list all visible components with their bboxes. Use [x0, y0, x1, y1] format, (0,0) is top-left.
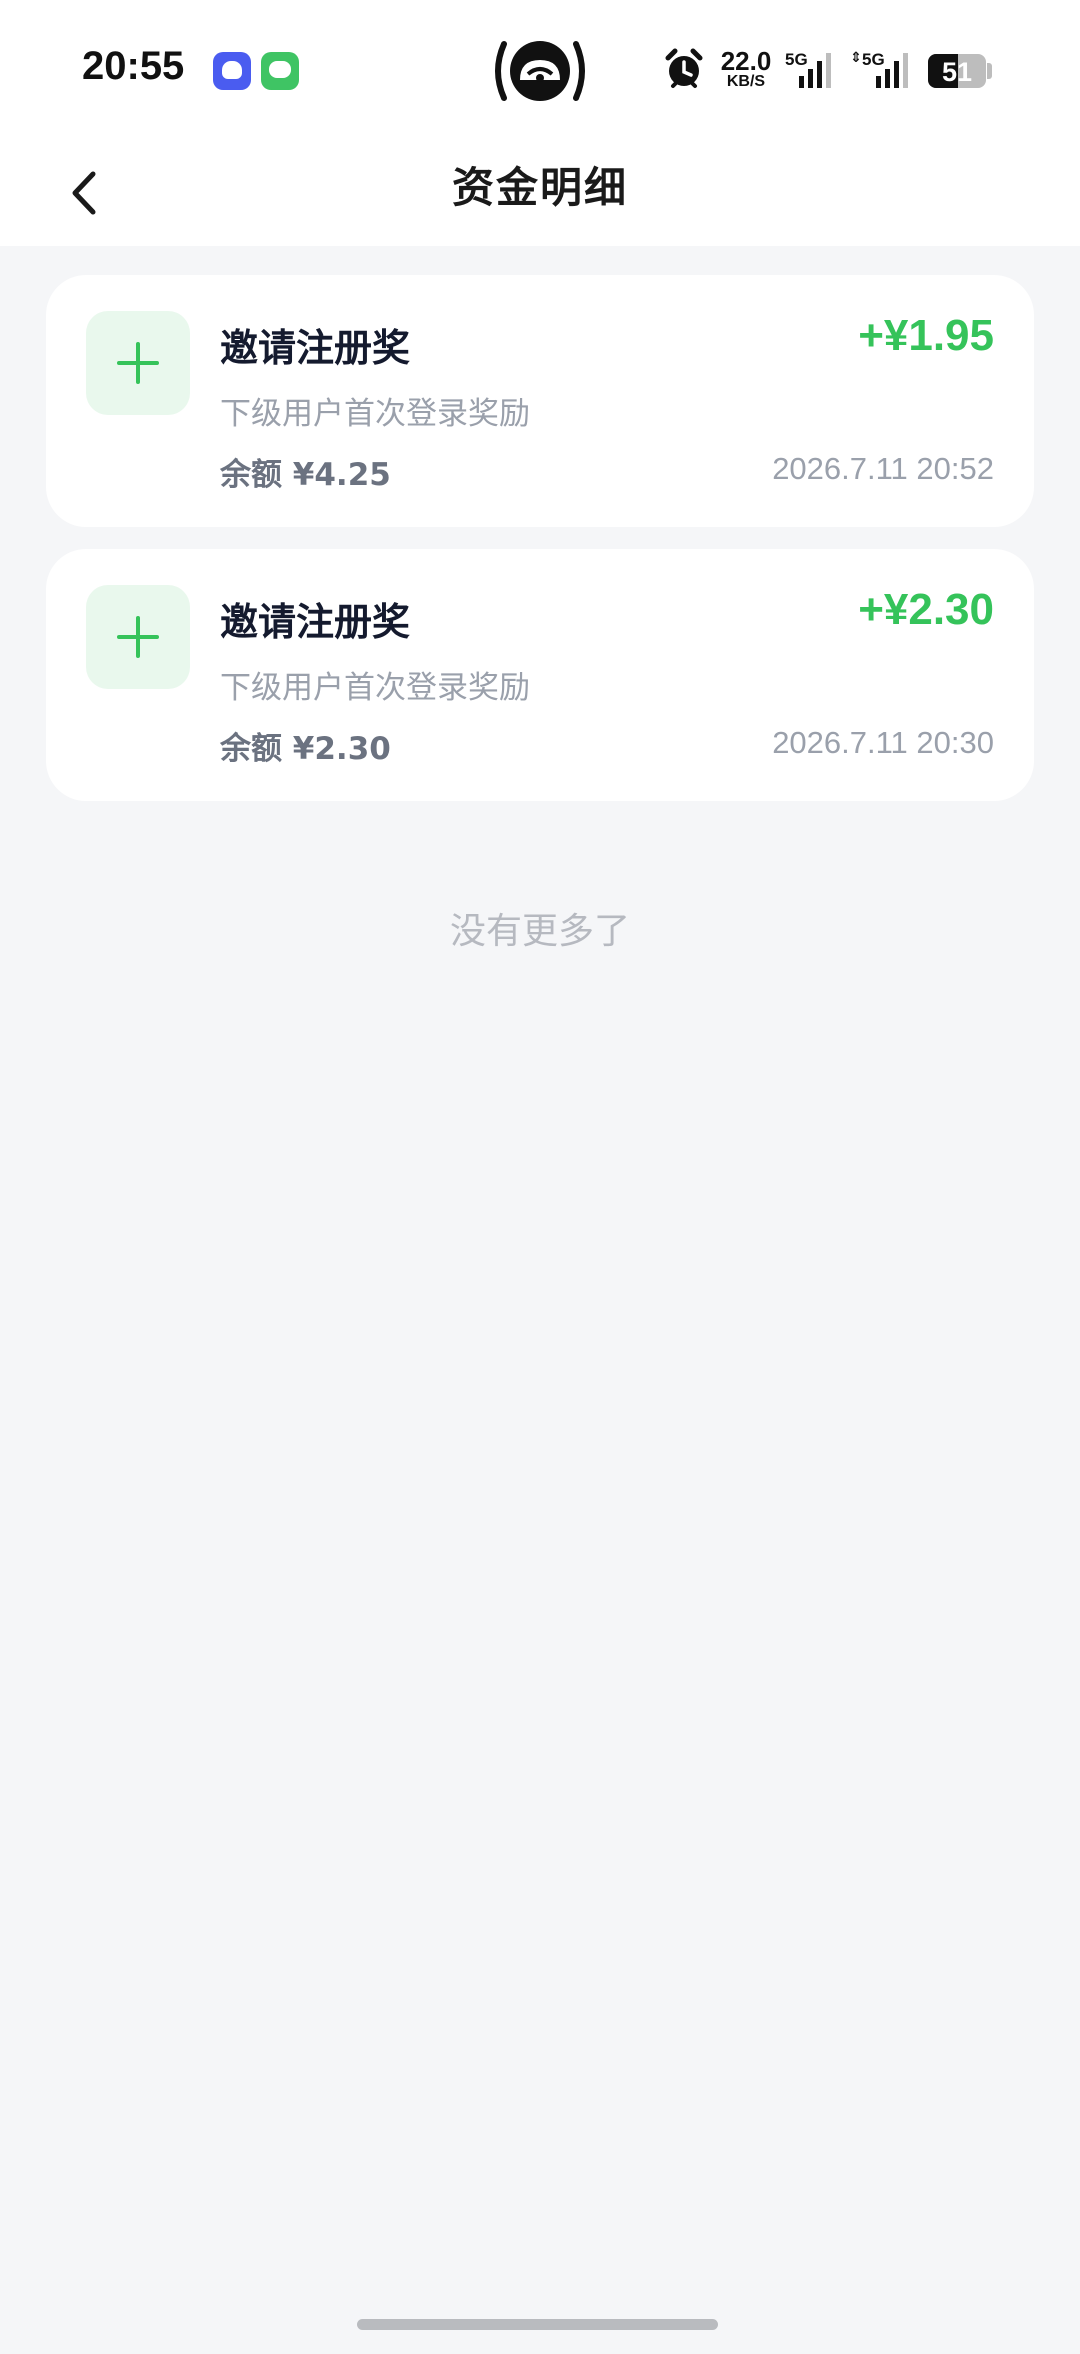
- hotspot-icon: [495, 41, 585, 101]
- signal-5g-data-icon: ⇕ 5G: [850, 50, 912, 90]
- battery-tip: [987, 63, 992, 79]
- signal-5g-data-arrows: ⇕: [850, 50, 862, 66]
- no-more-text: 没有更多了: [449, 911, 630, 952]
- battery-icon: 51: [928, 54, 986, 88]
- header: 资金明细: [0, 140, 1080, 246]
- network-speed-unit: KB/S: [726, 73, 766, 90]
- app-message-icon: [261, 52, 299, 90]
- signal-5g-icon: 5G: [785, 50, 835, 90]
- record-time: 2026.7.11 20:52: [772, 451, 994, 486]
- record-title: 邀请注册奖: [220, 326, 411, 370]
- status-bar: 20:55 22.0 KB/S 5G ⇕ 5G 51: [0, 0, 1080, 140]
- plus-icon: [86, 311, 190, 415]
- home-indicator[interactable]: [357, 2319, 718, 2330]
- transaction-record[interactable]: 邀请注册奖 +¥2.30 下级用户首次登录奖励 余额 ¥2.30 2026.7.…: [46, 549, 1034, 801]
- record-title: 邀请注册奖: [220, 600, 411, 644]
- transaction-record[interactable]: 邀请注册奖 +¥1.95 下级用户首次登录奖励 余额 ¥4.25 2026.7.…: [46, 275, 1034, 527]
- record-amount: +¥2.30: [858, 585, 994, 634]
- record-balance: 余额 ¥4.25: [220, 457, 391, 493]
- battery-percent: 51: [941, 57, 973, 87]
- status-time: 20:55: [82, 44, 185, 88]
- record-amount: +¥1.95: [858, 311, 994, 360]
- app-chat-icon: [213, 52, 251, 90]
- record-time: 2026.7.11 20:30: [772, 725, 994, 760]
- plus-icon: [86, 585, 190, 689]
- network-speed-value: 22.0: [720, 46, 772, 76]
- record-description: 下级用户首次登录奖励: [220, 670, 530, 706]
- record-balance: 余额 ¥2.30: [220, 731, 391, 767]
- network-speed: 22.0 KB/S: [716, 48, 776, 90]
- record-description: 下级用户首次登录奖励: [220, 396, 530, 432]
- alarm-icon: [665, 48, 703, 88]
- page-title: 资金明细: [451, 163, 628, 212]
